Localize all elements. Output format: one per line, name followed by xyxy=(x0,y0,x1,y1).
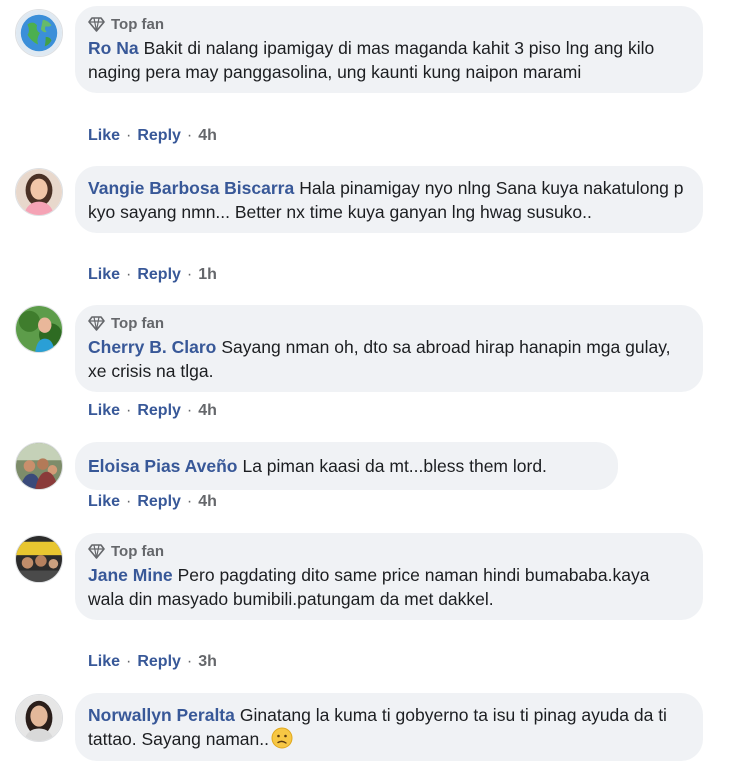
comment-bubble: Eloisa Pias Aveño La piman kaasi da mt...… xyxy=(75,442,618,490)
timestamp[interactable]: 3h xyxy=(198,653,217,671)
timestamp[interactable]: 4h xyxy=(198,493,217,511)
reply-button[interactable]: Reply xyxy=(137,402,181,420)
separator: · xyxy=(126,493,132,510)
comment-text: Jane Mine Pero pagdating dito same price … xyxy=(88,563,689,611)
separator: · xyxy=(126,266,132,283)
like-button[interactable]: Like xyxy=(88,653,120,671)
comment-bubble: Top fan Ro Na Bakit di nalang ipamigay di… xyxy=(75,6,703,93)
separator: · xyxy=(186,493,193,510)
separator: · xyxy=(186,127,193,144)
comment-bubble: Norwallyn Peralta Ginatang la kuma ti gob… xyxy=(75,693,703,761)
like-button[interactable]: Like xyxy=(88,127,120,145)
reply-button[interactable]: Reply xyxy=(137,266,181,284)
reply-button[interactable]: Reply xyxy=(137,493,181,511)
top-fan-badge: Top fan xyxy=(88,541,689,561)
timestamp[interactable]: 4h xyxy=(198,127,217,145)
comment-body: Bakit di nalang ipamigay di mas maganda … xyxy=(88,38,655,82)
comment-actions: Like · Reply · 4h xyxy=(88,401,217,421)
reply-button[interactable]: Reply xyxy=(137,653,181,671)
plants-avatar-icon xyxy=(16,306,62,352)
globe-avatar-icon xyxy=(16,10,62,56)
comment-text: Vangie Barbosa Biscarra Hala pinamigay ny… xyxy=(88,176,689,224)
avatar[interactable] xyxy=(15,168,63,216)
comment-actions: Like · Reply · 3h xyxy=(88,652,217,672)
comment-text: Norwallyn Peralta Ginatang la kuma ti gob… xyxy=(88,703,689,751)
author-name[interactable]: Ro Na xyxy=(88,38,139,58)
separator: · xyxy=(186,402,193,419)
author-name[interactable]: Eloisa Pias Aveño xyxy=(88,456,237,476)
comment-bubble: Vangie Barbosa Biscarra Hala pinamigay ny… xyxy=(75,166,703,233)
diamond-icon xyxy=(88,543,105,559)
separator: · xyxy=(186,653,193,670)
diamond-icon xyxy=(88,16,105,32)
timestamp[interactable]: 1h xyxy=(198,266,217,284)
comment-bubble: Top fan Jane Mine Pero pagdating dito sam… xyxy=(75,533,703,620)
author-name[interactable]: Jane Mine xyxy=(88,565,173,585)
comment-text: Ro Na Bakit di nalang ipamigay di mas mag… xyxy=(88,36,689,84)
confused-face-emoji-icon xyxy=(271,727,293,749)
top-fan-label: Top fan xyxy=(111,542,165,560)
author-name[interactable]: Cherry B. Claro xyxy=(88,337,216,357)
comment-bubble: Top fan Cherry B. Claro Sayang nman oh, d… xyxy=(75,305,703,392)
comment-text: Cherry B. Claro Sayang nman oh, dto sa ab… xyxy=(88,335,689,383)
like-button[interactable]: Like xyxy=(88,266,120,284)
family-avatar-icon xyxy=(16,443,62,489)
avatar[interactable] xyxy=(15,694,63,742)
separator: · xyxy=(126,127,132,144)
top-fan-label: Top fan xyxy=(111,314,165,332)
separator: · xyxy=(126,402,132,419)
diamond-icon xyxy=(88,315,105,331)
author-name[interactable]: Norwallyn Peralta xyxy=(88,705,235,725)
comment-actions: Like · Reply · 1h xyxy=(88,265,217,285)
like-button[interactable]: Like xyxy=(88,493,120,511)
comment-body: La piman kaasi da mt...bless them lord. xyxy=(242,456,547,476)
comment-actions: Like · Reply · 4h xyxy=(88,492,217,512)
like-button[interactable]: Like xyxy=(88,402,120,420)
separator: · xyxy=(126,653,132,670)
portrait-avatar-icon xyxy=(16,695,62,741)
reply-button[interactable]: Reply xyxy=(137,127,181,145)
author-name[interactable]: Vangie Barbosa Biscarra xyxy=(88,178,294,198)
comment-text: Eloisa Pias Aveño La piman kaasi da mt...… xyxy=(88,454,604,478)
comment-actions: Like · Reply · 4h xyxy=(88,126,217,146)
avatar[interactable] xyxy=(15,305,63,353)
top-fan-badge: Top fan xyxy=(88,313,689,333)
woman-avatar-icon xyxy=(16,169,62,215)
top-fan-badge: Top fan xyxy=(88,14,689,34)
avatar[interactable] xyxy=(15,535,63,583)
group-avatar-icon xyxy=(16,536,62,582)
separator: · xyxy=(186,266,193,283)
avatar[interactable] xyxy=(15,9,63,57)
top-fan-label: Top fan xyxy=(111,15,165,33)
timestamp[interactable]: 4h xyxy=(198,402,217,420)
avatar[interactable] xyxy=(15,442,63,490)
